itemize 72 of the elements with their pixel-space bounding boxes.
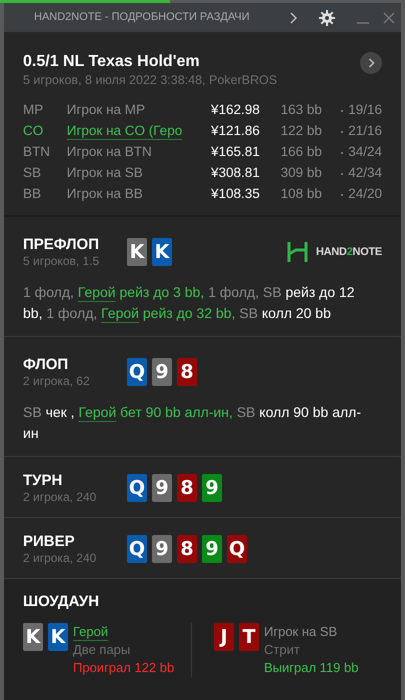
street-info: 5 игроков, 1.5 bbox=[23, 254, 100, 268]
playing-card: 9 bbox=[202, 474, 222, 502]
playing-card: 8 bbox=[177, 474, 197, 502]
stack-bb: 108 bb bbox=[280, 185, 323, 204]
playing-card: K bbox=[152, 238, 172, 266]
playing-card: 9 bbox=[202, 535, 222, 563]
street-title: ФЛОП bbox=[23, 356, 70, 374]
playing-card: Q bbox=[127, 474, 147, 502]
playing-card: K bbox=[23, 623, 43, 651]
playing-card: Q bbox=[227, 535, 247, 563]
street-info: 2 игрока, 240 bbox=[23, 490, 98, 504]
player-name: Игрок на SB bbox=[264, 623, 338, 641]
position-label: BTN bbox=[23, 143, 51, 162]
street-title: ТУРН bbox=[23, 472, 64, 490]
playing-card: 9 bbox=[152, 358, 172, 386]
chevron-right-icon bbox=[368, 58, 374, 68]
result-text: Проиграл 122 bb bbox=[73, 659, 174, 677]
player-name: Игрок на BB bbox=[66, 186, 143, 202]
playing-card: Q bbox=[127, 535, 147, 563]
stack-bb: 309 bb bbox=[280, 164, 323, 182]
player-name[interactable]: Герой bbox=[73, 623, 108, 641]
result-text: Выиграл 119 bb bbox=[264, 659, 358, 677]
player-name: Игрок на SB bbox=[66, 165, 143, 180]
street-title: РИВЕР bbox=[23, 533, 76, 551]
hero-link[interactable]: Герой bbox=[78, 284, 116, 300]
playing-card: K bbox=[127, 238, 147, 266]
hand-rank: Две пары bbox=[73, 641, 132, 659]
showdown-title: ШОУДАУН bbox=[23, 593, 100, 611]
stack-bb: 122 bb bbox=[280, 122, 323, 140]
window-title: HAND2NOTE - ПОДРОБНОСТИ РАЗДАЧИ bbox=[34, 10, 251, 26]
chevron-right-icon[interactable] bbox=[289, 12, 297, 24]
player-stats: 21/16 bbox=[348, 122, 382, 140]
logo-icon bbox=[287, 241, 308, 263]
position-label: MP bbox=[23, 101, 44, 120]
game-title: 0.5/1 NL Texas Hold'em bbox=[23, 52, 201, 72]
stack-amount: ¥121.86 bbox=[210, 122, 261, 140]
street-info: 2 игрока, 240 bbox=[23, 551, 98, 565]
stack-amount: ¥165.81 bbox=[210, 143, 261, 162]
playing-card: Q bbox=[127, 358, 147, 386]
action-text: 1 фолд, Герой рейз до 3 bb, 1 фолд, SB рейз до 12 bb, 1 фолд, Герой рейз до 32 bb, SB колл 20 bb bbox=[23, 283, 356, 323]
playing-card: K bbox=[48, 623, 68, 651]
playing-card: 9 bbox=[152, 535, 172, 563]
hand-rank: Стрит bbox=[264, 641, 301, 659]
hero-link[interactable]: Герой bbox=[78, 404, 116, 420]
player-name: Игрок на BTN bbox=[66, 144, 152, 160]
position-label: SB bbox=[23, 164, 42, 182]
playing-card: 8 bbox=[177, 358, 197, 386]
logo-wordmark: HAND2NOTE bbox=[316, 244, 382, 260]
position-label: CO bbox=[23, 122, 44, 140]
stack-amount: ¥108.35 bbox=[210, 185, 261, 204]
hero-link[interactable]: Герой bbox=[101, 305, 139, 321]
playing-card: 8 bbox=[177, 535, 197, 563]
stack-amount: ¥308.81 bbox=[210, 164, 261, 182]
playing-card: T bbox=[239, 623, 259, 651]
playing-card: J bbox=[214, 623, 234, 651]
stack-amount: ¥162.98 bbox=[210, 101, 261, 120]
player-name[interactable]: Игрок на CO (Геро bbox=[66, 123, 182, 138]
player-stats: 42/34 bbox=[348, 164, 382, 182]
playing-card: 9 bbox=[152, 474, 172, 502]
position-label: BB bbox=[23, 185, 42, 204]
street-info: 2 игрока, 62 bbox=[23, 374, 91, 388]
player-stats: 24/20 bbox=[348, 185, 382, 204]
settings-icon[interactable] bbox=[319, 10, 335, 26]
player-stats: 34/24 bbox=[348, 143, 382, 162]
player-name: Игрок на MP bbox=[66, 102, 146, 118]
action-text: SB чек , Герой бет 90 bb алл-ин, SB колл 90 bb алл-ин bbox=[23, 403, 362, 443]
street-title: ПРЕФЛОП bbox=[23, 236, 100, 254]
stack-bb: 166 bb bbox=[280, 143, 323, 162]
player-stats: 19/16 bbox=[348, 101, 382, 120]
stack-bb: 163 bb bbox=[280, 101, 323, 120]
next-button[interactable] bbox=[360, 52, 382, 74]
game-subtitle: 5 игроков, 8 июля 2022 3:38:48, PokerBROS bbox=[23, 72, 278, 88]
